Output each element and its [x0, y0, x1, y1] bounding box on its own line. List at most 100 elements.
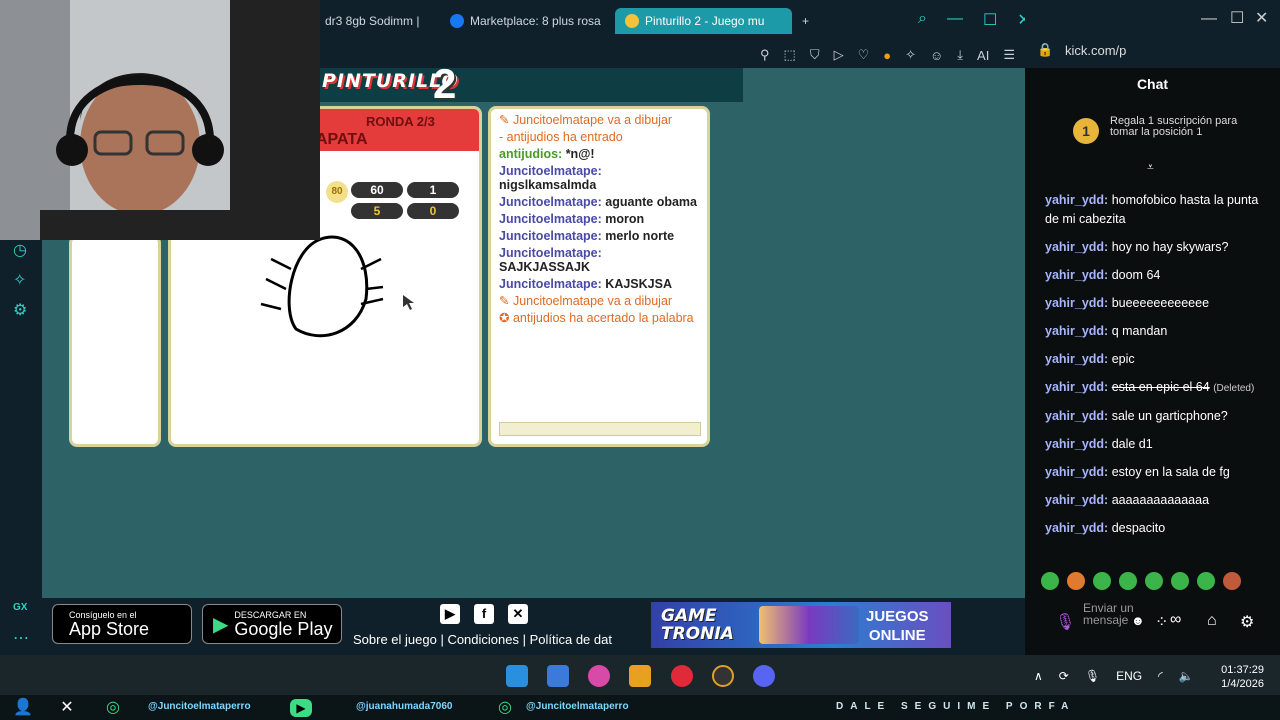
gift-sub-banner[interactable]: 1 Regala 1 suscripción para tomar la pos…: [1073, 116, 1268, 156]
window-controls: ⌕ — ☐ ✕: [918, 10, 1031, 30]
lock-icon: 🔒: [1037, 42, 1054, 57]
facebook-icon[interactable]: f: [474, 604, 494, 624]
copilot-icon[interactable]: [588, 665, 610, 687]
game-footer: Consíguelo en el App Store ▶ DESCARGAR EN…: [42, 598, 1025, 655]
discord-icon[interactable]: [753, 665, 775, 687]
gametronia-banner[interactable]: GAME TRONIA JUEGOS ONLINE: [651, 602, 951, 648]
ai-button[interactable]: AI: [977, 48, 989, 63]
store-icon[interactable]: ⌂: [1207, 612, 1217, 630]
x-icon: ✕: [60, 699, 74, 716]
obs-icon[interactable]: [712, 665, 734, 687]
emote-icon[interactable]: [1145, 572, 1163, 590]
settings-icon[interactable]: ⚙: [1240, 612, 1254, 632]
chat-message: yahir_ydd: doom 64: [1045, 268, 1161, 282]
microphone-icon[interactable]: 🎙: [1055, 612, 1075, 632]
game-chat-panel: ✎ Juncitoelmatape va a dibujar - antijud…: [488, 106, 710, 447]
pin-icon[interactable]: ⚲: [760, 47, 770, 63]
clock[interactable]: 01:37:29 1/4/2026: [1221, 663, 1264, 691]
store-icon[interactable]: [629, 665, 651, 687]
opera-gx-icon[interactable]: [671, 665, 693, 687]
extensions-icon[interactable]: ✧: [13, 270, 26, 290]
emoji-icon[interactable]: ☻: [1131, 613, 1145, 628]
tab-marketplace[interactable]: Marketplace: 8 plus rosa: [440, 8, 615, 34]
chat-message: yahir_ydd: q mandan: [1045, 324, 1168, 338]
gift-text: Regala 1 suscripción para tomar la posic…: [1110, 115, 1238, 138]
emote-icon[interactable]: [1223, 572, 1241, 590]
emote-icon[interactable]: [1041, 572, 1059, 590]
app-store-button[interactable]: Consíguelo en el App Store: [52, 604, 192, 644]
banner-art: [759, 606, 859, 644]
gift-badge: 1: [1073, 118, 1099, 144]
social-overlay: 👤 ✕ ◎ @Juncitoelmataperro ▶ @juanahumada…: [0, 695, 1280, 720]
settings-icon[interactable]: ⚙: [13, 300, 27, 320]
chat-message: yahir_ydd: dale d1: [1045, 437, 1153, 451]
microphone-icon[interactable]: 🎙: [1085, 669, 1100, 683]
maximize-icon[interactable]: ☐: [1230, 8, 1244, 28]
emote-icon[interactable]: [1197, 572, 1215, 590]
footer-links[interactable]: Sobre el juego | Condiciones | Política …: [353, 632, 612, 647]
new-tab-button[interactable]: +: [792, 8, 819, 34]
chat-message: yahir_ydd: homofobico hasta la punta de …: [1045, 193, 1259, 226]
minimize-icon[interactable]: —: [1201, 10, 1217, 28]
chat-message: yahir_ydd: despacito: [1045, 521, 1166, 535]
chat-message-deleted: yahir_ydd: esta en epic el 64 (Deleted): [1045, 380, 1255, 394]
chevron-up-icon[interactable]: ∧: [1034, 669, 1043, 683]
emote-icon[interactable]: [1067, 572, 1085, 590]
x-icon[interactable]: ✕: [508, 604, 528, 624]
kick-url[interactable]: kick.com/p: [1065, 43, 1126, 58]
search-icon[interactable]: ⌕: [918, 10, 927, 30]
profile-icon[interactable]: ☺: [930, 48, 943, 63]
file-explorer-icon[interactable]: [547, 665, 569, 687]
extension-icon[interactable]: ●: [883, 48, 891, 63]
chat-message: yahir_ydd: hoy no hay skywars?: [1045, 240, 1229, 254]
menu-icon[interactable]: ☰: [1003, 47, 1015, 63]
chat-line: Juncitoelmatape: moron: [499, 212, 645, 226]
instagram-handle: @Juncitoelmataperro: [148, 701, 251, 712]
instagram-icon: ◎: [106, 699, 120, 716]
chevron-down-icon[interactable]: ⩡: [1147, 160, 1154, 175]
emote-icon[interactable]: [1093, 572, 1111, 590]
users-icon[interactable]: ⁘: [1155, 612, 1168, 632]
check-icon: ✪: [499, 311, 513, 325]
play-icon[interactable]: ▷: [834, 47, 844, 63]
youtube-icon: ▶: [290, 699, 312, 717]
chat-message: yahir_ydd: bueeeeeeeeeeee: [1045, 296, 1210, 310]
language-indicator[interactable]: ENG: [1116, 669, 1142, 683]
kick-chat-list: yahir_ydd: homofobico hasta la punta de …: [1045, 191, 1260, 547]
volume-icon[interactable]: 🔈: [1179, 669, 1194, 683]
chat-message: yahir_ydd: sale un garticphone?: [1045, 409, 1228, 423]
infinity-icon[interactable]: ∞: [1170, 611, 1181, 629]
history-icon[interactable]: ◷: [13, 240, 27, 260]
game-chat-input[interactable]: [499, 422, 701, 436]
heart-icon[interactable]: ♡: [858, 47, 870, 63]
sync-icon[interactable]: ⟳: [1059, 669, 1069, 683]
tiktok-handle: @Juncitoelmataperro: [526, 701, 629, 712]
browser-toolbar: ⚲ ⬚ ⛉ ▷ ♡ ● ✧ ☺ ⤓ AI ☰: [320, 42, 1025, 68]
tab-ram[interactable]: dr3 8gb Sodimm |: [315, 8, 440, 34]
more-icon[interactable]: ⋯: [13, 628, 29, 648]
download-icon[interactable]: ⤓: [957, 47, 963, 63]
minimize-icon[interactable]: —: [947, 10, 963, 30]
pinturillo-favicon-icon: [625, 14, 639, 28]
wifi-icon[interactable]: ◜: [1158, 669, 1163, 683]
snapshot-icon[interactable]: ⬚: [784, 47, 796, 63]
shield-icon[interactable]: ⛉: [810, 47, 820, 63]
facebook-icon: [450, 14, 464, 28]
chat-line: - antijudios ha entrado: [499, 130, 623, 144]
tiktok-icon: ◎: [498, 699, 512, 716]
kick-toolbar: — ☐ ✕ 🔒 kick.com/p: [1025, 0, 1280, 68]
pencil-icon: ✎: [499, 294, 513, 308]
kick-chat-window: — ☐ ✕ 🔒 kick.com/p Chat 1 Regala 1 suscr…: [1025, 0, 1280, 655]
close-icon[interactable]: ✕: [1255, 8, 1268, 28]
maximize-icon[interactable]: ☐: [983, 10, 997, 30]
emote-icon[interactable]: [1119, 572, 1137, 590]
google-play-button[interactable]: ▶ DESCARGAR EN Google Play: [202, 604, 342, 644]
emote-icon[interactable]: [1171, 572, 1189, 590]
youtube-icon[interactable]: ▶: [440, 604, 460, 624]
emote-bar: [1041, 572, 1241, 590]
puzzle-icon[interactable]: ✧: [905, 47, 916, 63]
chat-line: Juncitoelmatape: nigslkamsalmda: [499, 164, 602, 192]
system-tray: ∧ ⟳ 🎙 ENG ◜ 🔈: [1034, 669, 1194, 683]
start-icon[interactable]: [506, 665, 528, 687]
tab-pinturillo[interactable]: Pinturillo 2 - Juego mu: [615, 8, 792, 34]
